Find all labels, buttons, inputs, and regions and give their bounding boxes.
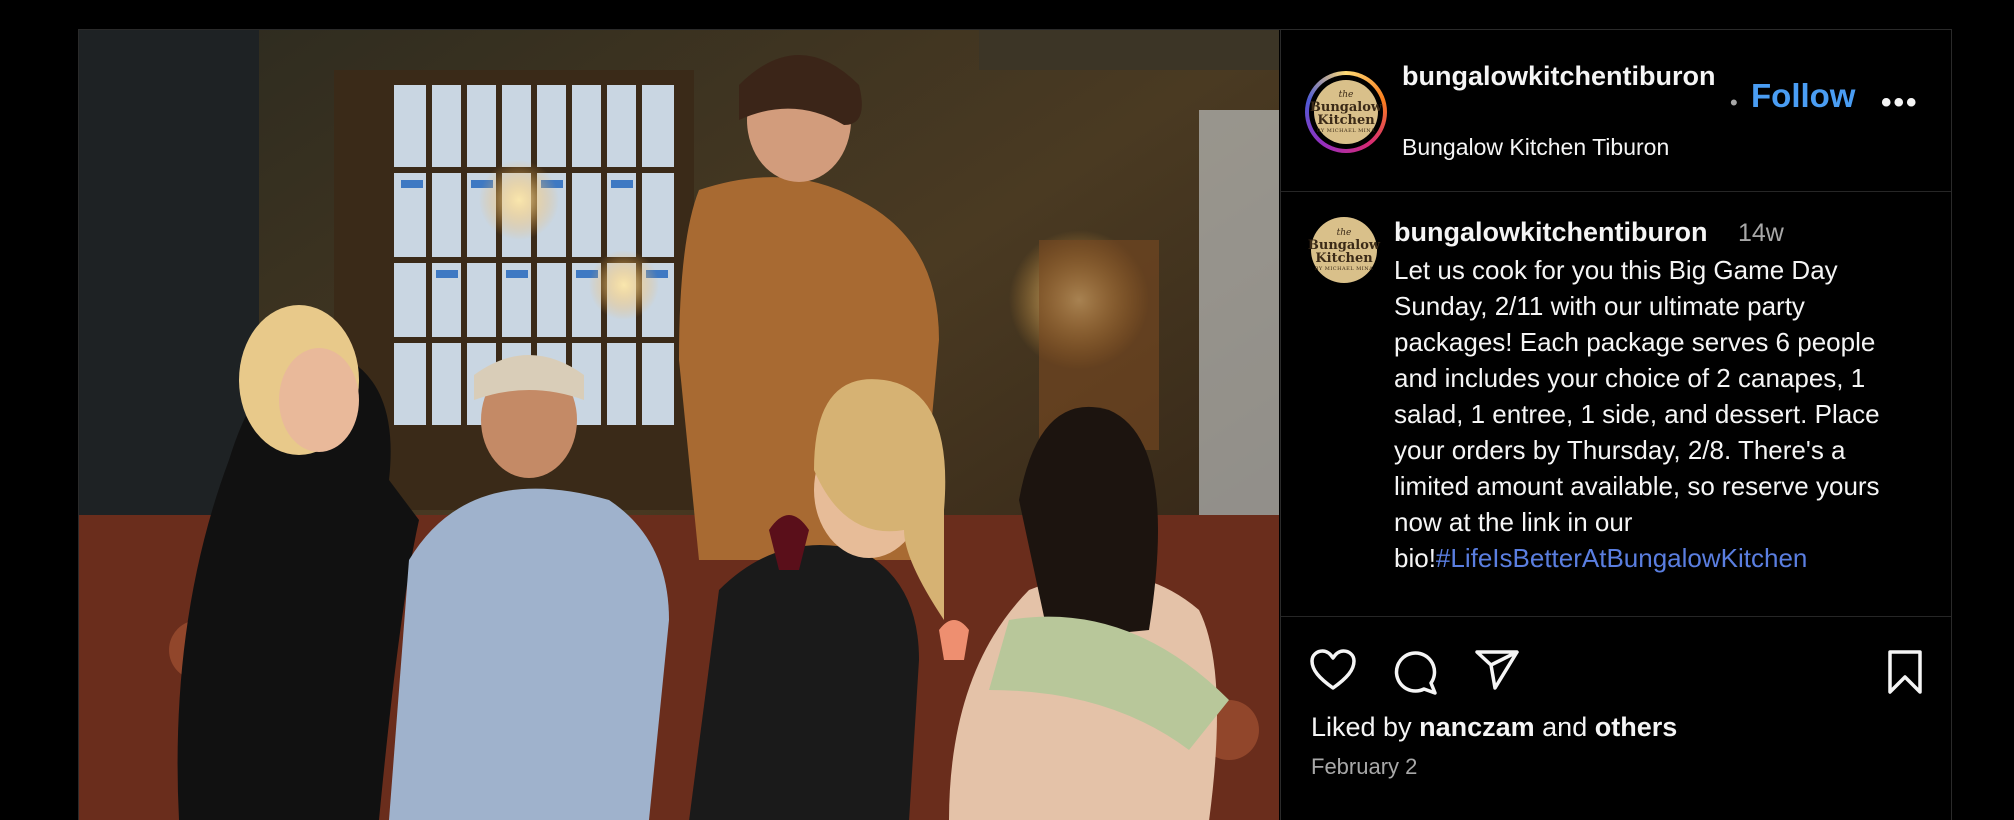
- liked-by-user[interactable]: nanczam: [1419, 712, 1535, 742]
- likes-prefix: Liked by: [1311, 712, 1412, 742]
- bungalow-kitchen-logo: the Bungalow Kitchen BY MICHAEL MINA: [1310, 80, 1382, 144]
- comment-icon[interactable]: [1391, 648, 1439, 696]
- caption-timestamp[interactable]: 14w: [1738, 219, 1784, 248]
- photo-illustration: [79, 30, 1279, 820]
- header-location[interactable]: Bungalow Kitchen Tiburon: [1402, 134, 1669, 161]
- heart-icon[interactable]: [1309, 648, 1357, 692]
- likes-summary: Liked by nanczam and others: [1311, 712, 1677, 743]
- post-date[interactable]: February 2: [1311, 754, 1417, 780]
- more-options-icon[interactable]: •••: [1881, 86, 1919, 120]
- share-icon[interactable]: [1473, 648, 1521, 692]
- instagram-post: the Bungalow Kitchen BY MICHAEL MINA bun…: [78, 29, 1952, 820]
- likes-joiner: and: [1542, 712, 1588, 742]
- post-side-panel: the Bungalow Kitchen BY MICHAEL MINA bun…: [1280, 30, 1951, 820]
- avatar[interactable]: the Bungalow Kitchen BY MICHAEL MINA: [1305, 71, 1387, 153]
- caption-body: Let us cook for you this Big Game Day Su…: [1394, 255, 1880, 573]
- header-username[interactable]: bungalowkitchentiburon: [1402, 60, 1732, 93]
- header-separator: •: [1730, 90, 1738, 115]
- caption-text: Let us cook for you this Big Game Day Su…: [1394, 252, 1924, 576]
- caption-username[interactable]: bungalowkitchentiburon: [1394, 217, 1707, 248]
- bookmark-icon[interactable]: [1885, 648, 1925, 696]
- caption-hashtag[interactable]: #LifeIsBetterAtBungalowKitchen: [1436, 543, 1807, 573]
- divider: [1281, 616, 1951, 617]
- caption-avatar[interactable]: the Bungalow Kitchen BY MICHAEL MINA: [1308, 217, 1380, 283]
- follow-button[interactable]: Follow: [1751, 77, 1855, 115]
- post-photo[interactable]: [79, 30, 1279, 820]
- post-header: the Bungalow Kitchen BY MICHAEL MINA bun…: [1281, 30, 1951, 192]
- likes-others-link[interactable]: others: [1595, 712, 1678, 742]
